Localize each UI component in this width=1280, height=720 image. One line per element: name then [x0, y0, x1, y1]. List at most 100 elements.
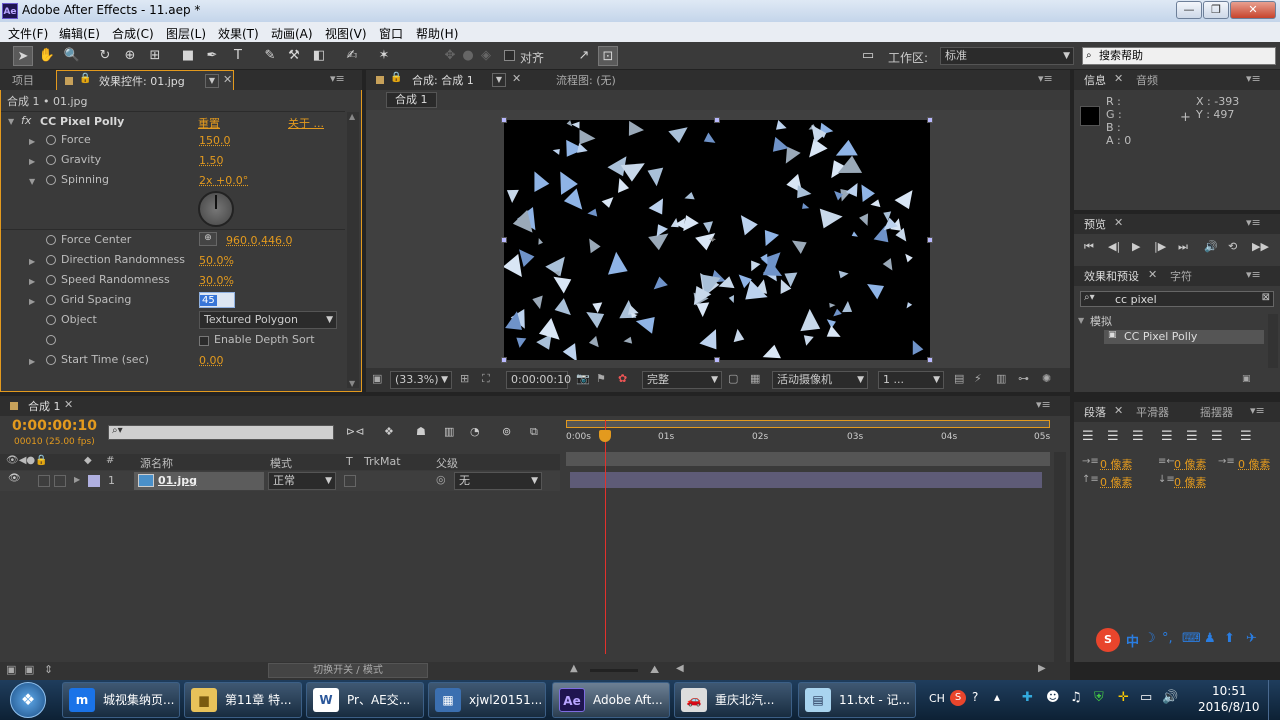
region-of-interest-icon[interactable]: ▢	[728, 372, 738, 385]
menu-help[interactable]: 帮助(H)	[416, 25, 458, 42]
qq-music-icon[interactable]: ♫	[1070, 690, 1082, 705]
fx-icon[interactable]: fx	[21, 114, 31, 127]
effects-search-input[interactable]: ⌕▾ cc pixel ⊠	[1080, 291, 1274, 307]
workspace-icon[interactable]: ▭	[856, 46, 880, 66]
sogou-icon[interactable]: S	[1096, 628, 1120, 652]
time-ruler[interactable]: 0:00s 01s 02s 03s 04s 05s	[566, 430, 1050, 450]
ime-tools-icon[interactable]: ✈	[1246, 631, 1257, 646]
effects-scrollbar[interactable]	[1268, 314, 1278, 368]
camera-tool-icon[interactable]: ⊕	[120, 46, 140, 66]
camera-dropdown[interactable]: 活动摄像机 ▼	[772, 371, 868, 389]
channel-icon[interactable]: ✿	[618, 372, 627, 385]
timeline-track-area[interactable]	[566, 420, 1050, 658]
start-button[interactable]: ❖	[2, 680, 54, 720]
stopwatch-icon[interactable]	[46, 155, 56, 165]
tab-project[interactable]: 项目	[8, 72, 38, 90]
anchor-point-icon[interactable]: ⌖	[709, 232, 716, 247]
param-direction-value[interactable]: 50.0%	[199, 254, 234, 267]
help-search-input[interactable]: ⌕ 搜索帮助	[1082, 47, 1276, 65]
rotate-tool-icon[interactable]: ↻	[95, 46, 115, 66]
transform-handle[interactable]	[501, 237, 507, 243]
comp-canvas[interactable]	[504, 120, 930, 360]
stopwatch-icon[interactable]	[46, 235, 56, 245]
timeline-search-input[interactable]: ⌕▾	[108, 425, 334, 440]
timeline-icon[interactable]: ▥	[996, 372, 1006, 385]
tab-close-icon[interactable]: ✕	[223, 73, 232, 86]
region-icon[interactable]: ⛶	[482, 372, 490, 386]
justify-right-icon[interactable]: ☰	[1211, 429, 1223, 444]
snapshot-icon[interactable]: 📷	[576, 372, 590, 385]
param-speed-value[interactable]: 30.0%	[199, 274, 234, 287]
task-item[interactable]: ▦ xjwl20151...	[428, 682, 546, 718]
world-axis-icon[interactable]: ●	[458, 46, 478, 66]
tab-info[interactable]: 信息	[1080, 72, 1110, 90]
effect-scrollbar[interactable]: ▲ ▼	[347, 112, 359, 388]
param-start-time-value[interactable]: 0.00	[199, 354, 224, 367]
menu-edit[interactable]: 编辑(E)	[59, 25, 100, 42]
work-area-bar[interactable]	[566, 420, 1050, 428]
layer-mode-dropdown[interactable]: 正常 ▼	[268, 472, 336, 490]
tab-smoother[interactable]: 平滑器	[1132, 404, 1173, 422]
timeline-timecode[interactable]: 0:00:00:10	[12, 418, 97, 434]
pen-tool-icon[interactable]: ✒	[202, 46, 222, 66]
snap-icon[interactable]: ↗	[574, 46, 594, 66]
effect-collapse-icon[interactable]: ▼	[8, 117, 14, 126]
indent-first-value[interactable]: 0 像素	[1238, 456, 1271, 472]
indent-right-value[interactable]: 0 像素	[1174, 456, 1207, 472]
update-icon[interactable]: ✛	[1118, 690, 1129, 705]
param-gravity-value[interactable]: 1.50	[199, 154, 224, 167]
transfer-controls-icon[interactable]: ▣	[24, 663, 34, 676]
menu-window[interactable]: 窗口	[379, 25, 403, 42]
scroll-right-icon[interactable]: ▶	[1038, 663, 1046, 674]
panel-menu-icon[interactable]: ▾≡	[1246, 216, 1261, 229]
menu-composition[interactable]: 合成(C)	[112, 25, 154, 42]
folder-simulation[interactable]: 模拟	[1090, 313, 1112, 329]
folder-collapse-icon[interactable]: ▼	[1078, 316, 1084, 325]
stopwatch-icon[interactable]	[46, 295, 56, 305]
layer-expand-icon[interactable]: ▶	[74, 475, 80, 484]
playhead-line[interactable]	[605, 420, 606, 654]
task-item[interactable]: m 城视集纳页...	[62, 682, 180, 718]
tab-preview[interactable]: 预览	[1080, 216, 1110, 234]
task-item-active[interactable]: Ae Adobe Aft...	[552, 682, 670, 718]
tab-paragraph[interactable]: 段落	[1080, 404, 1110, 422]
stopwatch-icon[interactable]	[46, 315, 56, 325]
stopwatch-icon[interactable]	[46, 275, 56, 285]
expand-direction-icon[interactable]: ▶	[29, 257, 35, 266]
transform-handle[interactable]	[501, 357, 507, 363]
in-out-icon[interactable]: ⇕	[44, 663, 53, 676]
comp-nav-button[interactable]: 合成 1	[386, 92, 437, 108]
qq-icon[interactable]: ☻	[1046, 690, 1060, 705]
tab-effect-controls[interactable]: 🔒 效果控件: 01.jpg ▼ ✕	[56, 70, 234, 90]
flowchart-icon[interactable]: ⊶	[1018, 372, 1029, 385]
depth-sort-checkbox[interactable]	[199, 336, 209, 346]
task-item[interactable]: 🚗 重庆北汽...	[674, 682, 792, 718]
expand-force-icon[interactable]: ▶	[29, 137, 35, 146]
minimize-button[interactable]: —	[1176, 1, 1202, 19]
panel-menu-icon[interactable]: ▾≡	[1246, 72, 1261, 85]
audio-icon[interactable]: 🔊	[1204, 240, 1218, 253]
selection-tool-icon[interactable]: ➤	[13, 46, 33, 66]
expand-start-time-icon[interactable]: ▶	[29, 357, 35, 366]
comp-mini-flowchart-icon[interactable]: ⊳⊲	[346, 425, 364, 438]
align-checkbox[interactable]	[504, 50, 515, 61]
pan-behind-tool-icon[interactable]: ⊞	[145, 46, 165, 66]
fast-previews-icon[interactable]: ⚡	[974, 372, 982, 385]
frame-blending-icon[interactable]: ▥	[444, 425, 454, 438]
ram-preview-icon[interactable]: ▶▶	[1252, 240, 1269, 253]
parent-pickwhip-icon[interactable]: ◎	[436, 473, 446, 486]
resolution-dropdown[interactable]: 完整 ▼	[642, 371, 722, 389]
clock-time[interactable]: 10:51	[1212, 684, 1247, 698]
tab-close-icon[interactable]: ✕	[1148, 268, 1157, 281]
tab-close-icon[interactable]: ✕	[1114, 216, 1123, 229]
tab-close-icon[interactable]: ✕	[64, 398, 73, 411]
zoom-out-icon[interactable]: ▲	[570, 663, 578, 674]
snap-toggle-icon[interactable]: ⊡	[598, 46, 618, 66]
prev-frame-icon[interactable]: ◀|	[1108, 240, 1120, 253]
expand-grid-icon[interactable]: ▶	[29, 297, 35, 306]
menu-view[interactable]: 视图(V)	[325, 25, 367, 42]
transform-handle[interactable]	[927, 117, 933, 123]
menu-file[interactable]: 文件(F)	[8, 25, 48, 42]
task-item[interactable]: W Pr、AE交...	[306, 682, 424, 718]
zoom-slider[interactable]	[590, 669, 638, 672]
